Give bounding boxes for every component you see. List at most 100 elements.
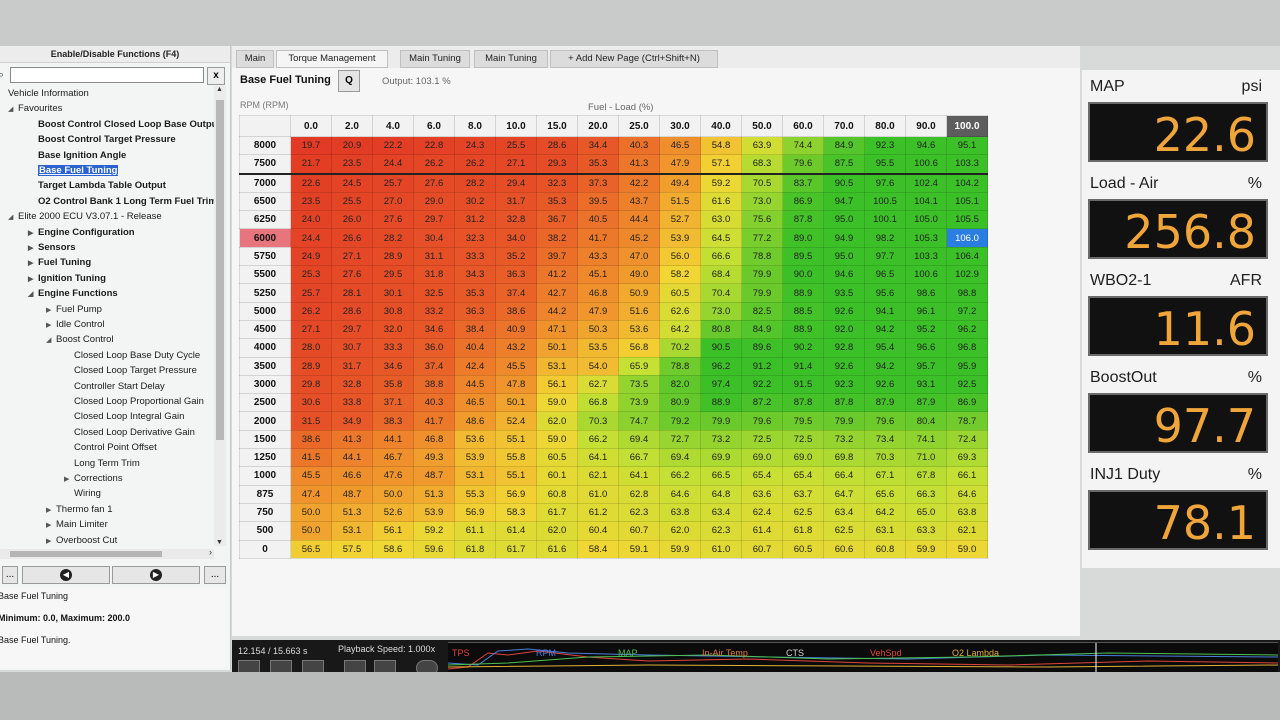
table-cell[interactable]: 56.8 [618,338,660,358]
scroll-right-icon[interactable]: › [209,547,212,557]
table-cell[interactable]: 62.0 [536,521,578,541]
table-cell[interactable]: 49.4 [659,173,701,193]
table-cell[interactable]: 93.5 [823,283,865,303]
table-cell[interactable]: 46.8 [577,283,619,303]
table-cell[interactable]: 70.2 [659,338,701,358]
table-cell[interactable]: 64.5 [700,228,742,248]
table-cell[interactable]: 88.9 [782,319,824,340]
table-cell[interactable]: 89.0 [782,228,824,248]
table-cell[interactable]: 92.2 [741,374,783,395]
table-cell[interactable]: 97.2 [946,301,988,321]
table-cell[interactable]: 53.5 [577,338,619,358]
table-cell[interactable]: 87.8 [782,210,824,230]
table-cell[interactable]: 68.4 [700,265,742,285]
table-cell[interactable]: 25.7 [372,173,414,193]
table-cell[interactable]: 34.4 [577,135,619,156]
rpm-row-header[interactable]: 6500 [239,191,291,212]
function-search-input[interactable] [10,67,204,83]
table-cell[interactable]: 61.7 [495,539,537,559]
table-cell[interactable]: 106.4 [946,246,988,267]
tree-item[interactable]: ▶ Sensors [28,240,76,255]
tree-item[interactable]: Wiring [64,486,101,501]
table-cell[interactable]: 100.5 [864,191,906,212]
table-cell[interactable]: 38.4 [454,319,496,340]
table-cell[interactable]: 70.4 [700,283,742,303]
table-cell[interactable]: 74.1 [905,429,947,450]
scroll-down-icon[interactable]: ▼ [216,539,223,546]
gauge[interactable]: INJ1 Duty% 78.1 [1088,460,1272,552]
table-cell[interactable]: 106.0 [946,228,988,248]
rpm-row-header[interactable]: 0 [239,539,291,559]
table-cell[interactable]: 24.0 [290,210,332,230]
table-cell[interactable]: 73.2 [700,429,742,450]
table-cell[interactable]: 51.5 [659,191,701,212]
table-cell[interactable]: 73.0 [700,301,742,321]
table-cell[interactable]: 41.3 [331,429,373,450]
log-graph[interactable]: TPS RPM MAP In-Air Temp CTS VehSpd O2 Lambda [448,642,1278,673]
table-cell[interactable]: 28.0 [290,338,332,358]
table-cell[interactable]: 92.6 [864,374,906,395]
rpm-row-header[interactable]: 6000 [239,228,291,248]
table-cell[interactable]: 53.9 [413,502,455,523]
table-cell[interactable]: 47.0 [618,246,660,267]
table-cell[interactable]: 72.5 [782,429,824,450]
table-cell[interactable]: 61.2 [577,502,619,523]
table-cell[interactable]: 22.2 [372,135,414,156]
tree-item[interactable]: Closed Loop Base Duty Cycle [64,348,200,363]
table-cell[interactable]: 98.6 [905,283,947,303]
table-cell[interactable]: 66.2 [577,429,619,450]
table-cell[interactable]: 39.7 [536,246,578,267]
table-cell[interactable]: 62.4 [741,502,783,523]
load-column-header[interactable]: 4.0 [372,115,414,137]
tree-item[interactable]: Closed Loop Integral Gain [64,409,184,424]
table-cell[interactable]: 31.5 [290,411,332,431]
table-cell[interactable]: 25.7 [290,283,332,303]
table-cell[interactable]: 31.8 [413,265,455,285]
collapse-arrow-icon[interactable]: ◢ [46,333,56,348]
table-cell[interactable]: 33.3 [372,338,414,358]
load-column-header[interactable]: 40.0 [700,115,742,137]
table-cell[interactable]: 24.4 [290,228,332,248]
table-cell[interactable]: 96.6 [905,338,947,358]
tree-item[interactable]: Base Ignition Angle [28,148,126,163]
table-cell[interactable]: 61.4 [741,521,783,541]
table-cell[interactable]: 37.1 [372,393,414,413]
gauge[interactable]: WBO2-1 AFR 11.6 [1088,266,1272,358]
table-cell[interactable]: 87.5 [823,154,865,175]
table-cell[interactable]: 44.1 [331,448,373,468]
table-cell[interactable]: 65.4 [741,466,783,486]
table-cell[interactable]: 87.9 [905,393,947,413]
table-cell[interactable]: 38.6 [495,301,537,321]
load-column-header[interactable]: 10.0 [495,115,537,137]
table-cell[interactable]: 34.0 [495,228,537,248]
table-cell[interactable]: 74.4 [782,135,824,156]
table-cell[interactable]: 92.3 [864,135,906,156]
tree-item[interactable]: ▶ Ignition Tuning [28,271,106,286]
tree-horizontal-scrollbar[interactable]: › [0,547,214,559]
rpm-row-header[interactable]: 5250 [239,283,291,303]
table-cell[interactable]: 38.8 [413,374,455,395]
table-cell[interactable]: 63.8 [659,502,701,523]
table-cell[interactable]: 92.6 [823,301,865,321]
table-cell[interactable]: 83.7 [782,173,824,193]
table-cell[interactable]: 88.9 [782,283,824,303]
table-cell[interactable]: 30.6 [290,393,332,413]
table-cell[interactable]: 91.2 [741,356,783,376]
table-cell[interactable]: 96.1 [905,301,947,321]
table-cell[interactable]: 62.3 [700,521,742,541]
rpm-row-header[interactable]: 5750 [239,246,291,267]
table-cell[interactable]: 27.6 [413,173,455,193]
table-cell[interactable]: 67.8 [905,466,947,486]
table-cell[interactable]: 32.3 [536,173,578,193]
table-cell[interactable]: 47.8 [495,374,537,395]
table-cell[interactable]: 66.3 [905,484,947,504]
table-cell[interactable]: 46.5 [659,135,701,156]
table-cell[interactable]: 62.3 [618,502,660,523]
table-cell[interactable]: 34.9 [331,411,373,431]
table-cell[interactable]: 24.9 [290,246,332,267]
table-cell[interactable]: 89.5 [782,246,824,267]
collapse-arrow-icon[interactable]: ◢ [8,210,18,225]
functions-panel-header[interactable]: Enable/Disable Functions (F4) [0,46,230,63]
table-cell[interactable]: 57.5 [331,539,373,559]
load-column-header[interactable]: 8.0 [454,115,496,137]
